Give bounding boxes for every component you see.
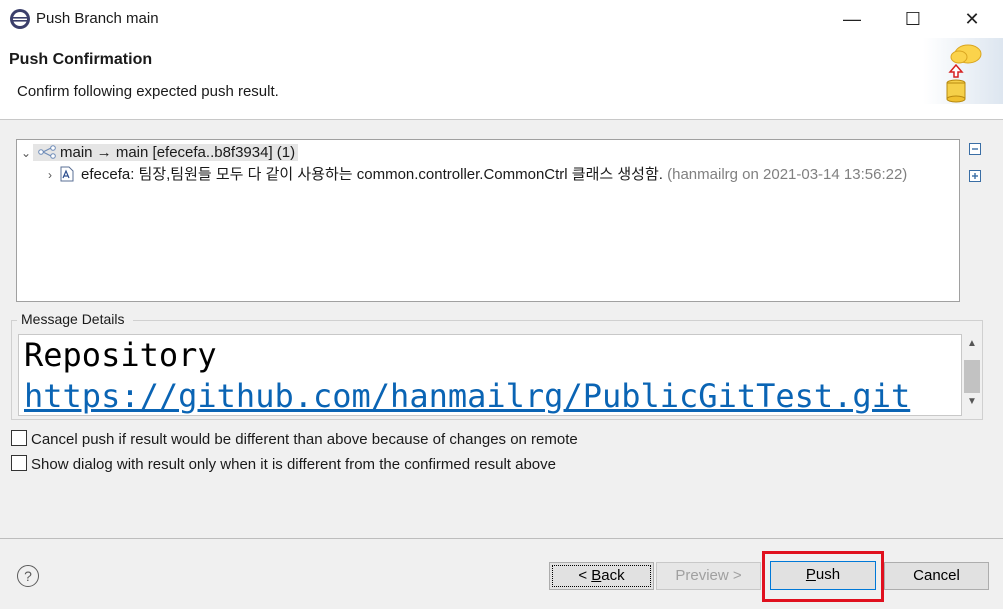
- commit-row-meta: (hanmailrg on 2021-03-14 13:56:22): [667, 166, 908, 183]
- tree-row-commit[interactable]: › efecefa: 팀장,팀원들 모두 다 같이 사용하는 common.co…: [43, 164, 907, 186]
- branch-row-label: main → main [efecefa..b8f3934] (1): [60, 144, 296, 161]
- scroll-up-icon[interactable]: ▲: [962, 338, 982, 349]
- group-border-top: [11, 320, 982, 321]
- message-details-text[interactable]: Repository https://github.com/hanmailrg/…: [18, 334, 962, 416]
- cancel-button[interactable]: Cancel: [884, 562, 989, 590]
- minimize-icon[interactable]: —: [837, 8, 867, 30]
- show-only-if-different-checkbox[interactable]: [11, 455, 27, 471]
- branch-ref-icon: [38, 145, 56, 159]
- repository-url-link[interactable]: https://github.com/hanmailrg/PublicGitTe…: [24, 375, 910, 415]
- page-description: Confirm following expected push result.: [17, 83, 279, 100]
- tree-toolbar: [968, 142, 984, 196]
- tree-row-branch[interactable]: ⌄ main → main [efecefa..b8f3934] (1): [19, 142, 299, 164]
- cancel-if-different-checkbox[interactable]: [11, 430, 27, 446]
- expand-chevron-icon[interactable]: ›: [43, 164, 57, 186]
- wizard-header: Push Confirmation Confirm following expe…: [0, 38, 1003, 120]
- push-result-tree[interactable]: ⌄ main → main [efecefa..b8f3934] (1) › e…: [16, 139, 960, 302]
- push-button-highlight: [762, 551, 884, 602]
- collapse-all-icon[interactable]: [968, 142, 982, 156]
- message-details-label: Message Details: [19, 311, 127, 327]
- expand-all-icon[interactable]: [968, 169, 982, 183]
- collapse-chevron-icon[interactable]: ⌄: [19, 142, 33, 164]
- back-button[interactable]: < Back: [549, 562, 654, 590]
- cancel-if-different-label: Cancel push if result would be different…: [31, 431, 578, 448]
- help-icon[interactable]: ?: [17, 565, 39, 587]
- preview-button: Preview >: [656, 562, 761, 590]
- commit-icon: [60, 166, 74, 182]
- push-cloud-database-icon: [923, 38, 1003, 104]
- message-scrollbar[interactable]: ▲ ▼: [962, 334, 982, 414]
- title-bar: Push Branch main — ☐ ✕: [0, 0, 1003, 38]
- show-only-if-different-option[interactable]: Show dialog with result only when it is …: [11, 455, 556, 475]
- cancel-if-different-option[interactable]: Cancel push if result would be different…: [11, 430, 578, 450]
- scroll-down-icon[interactable]: ▼: [962, 396, 982, 407]
- page-title: Push Confirmation: [9, 51, 153, 68]
- scroll-thumb[interactable]: [964, 360, 980, 393]
- maximize-icon[interactable]: ☐: [898, 8, 928, 30]
- footer-separator: [0, 538, 1003, 539]
- show-only-if-different-label: Show dialog with result only when it is …: [31, 456, 556, 473]
- window-title: Push Branch main: [36, 10, 159, 27]
- eclipse-app-icon: [10, 9, 30, 29]
- message-repository-label: Repository: [24, 336, 217, 374]
- commit-row-label: efecefa: 팀장,팀원들 모두 다 같이 사용하는 common.cont…: [81, 166, 663, 183]
- close-icon[interactable]: ✕: [957, 8, 987, 30]
